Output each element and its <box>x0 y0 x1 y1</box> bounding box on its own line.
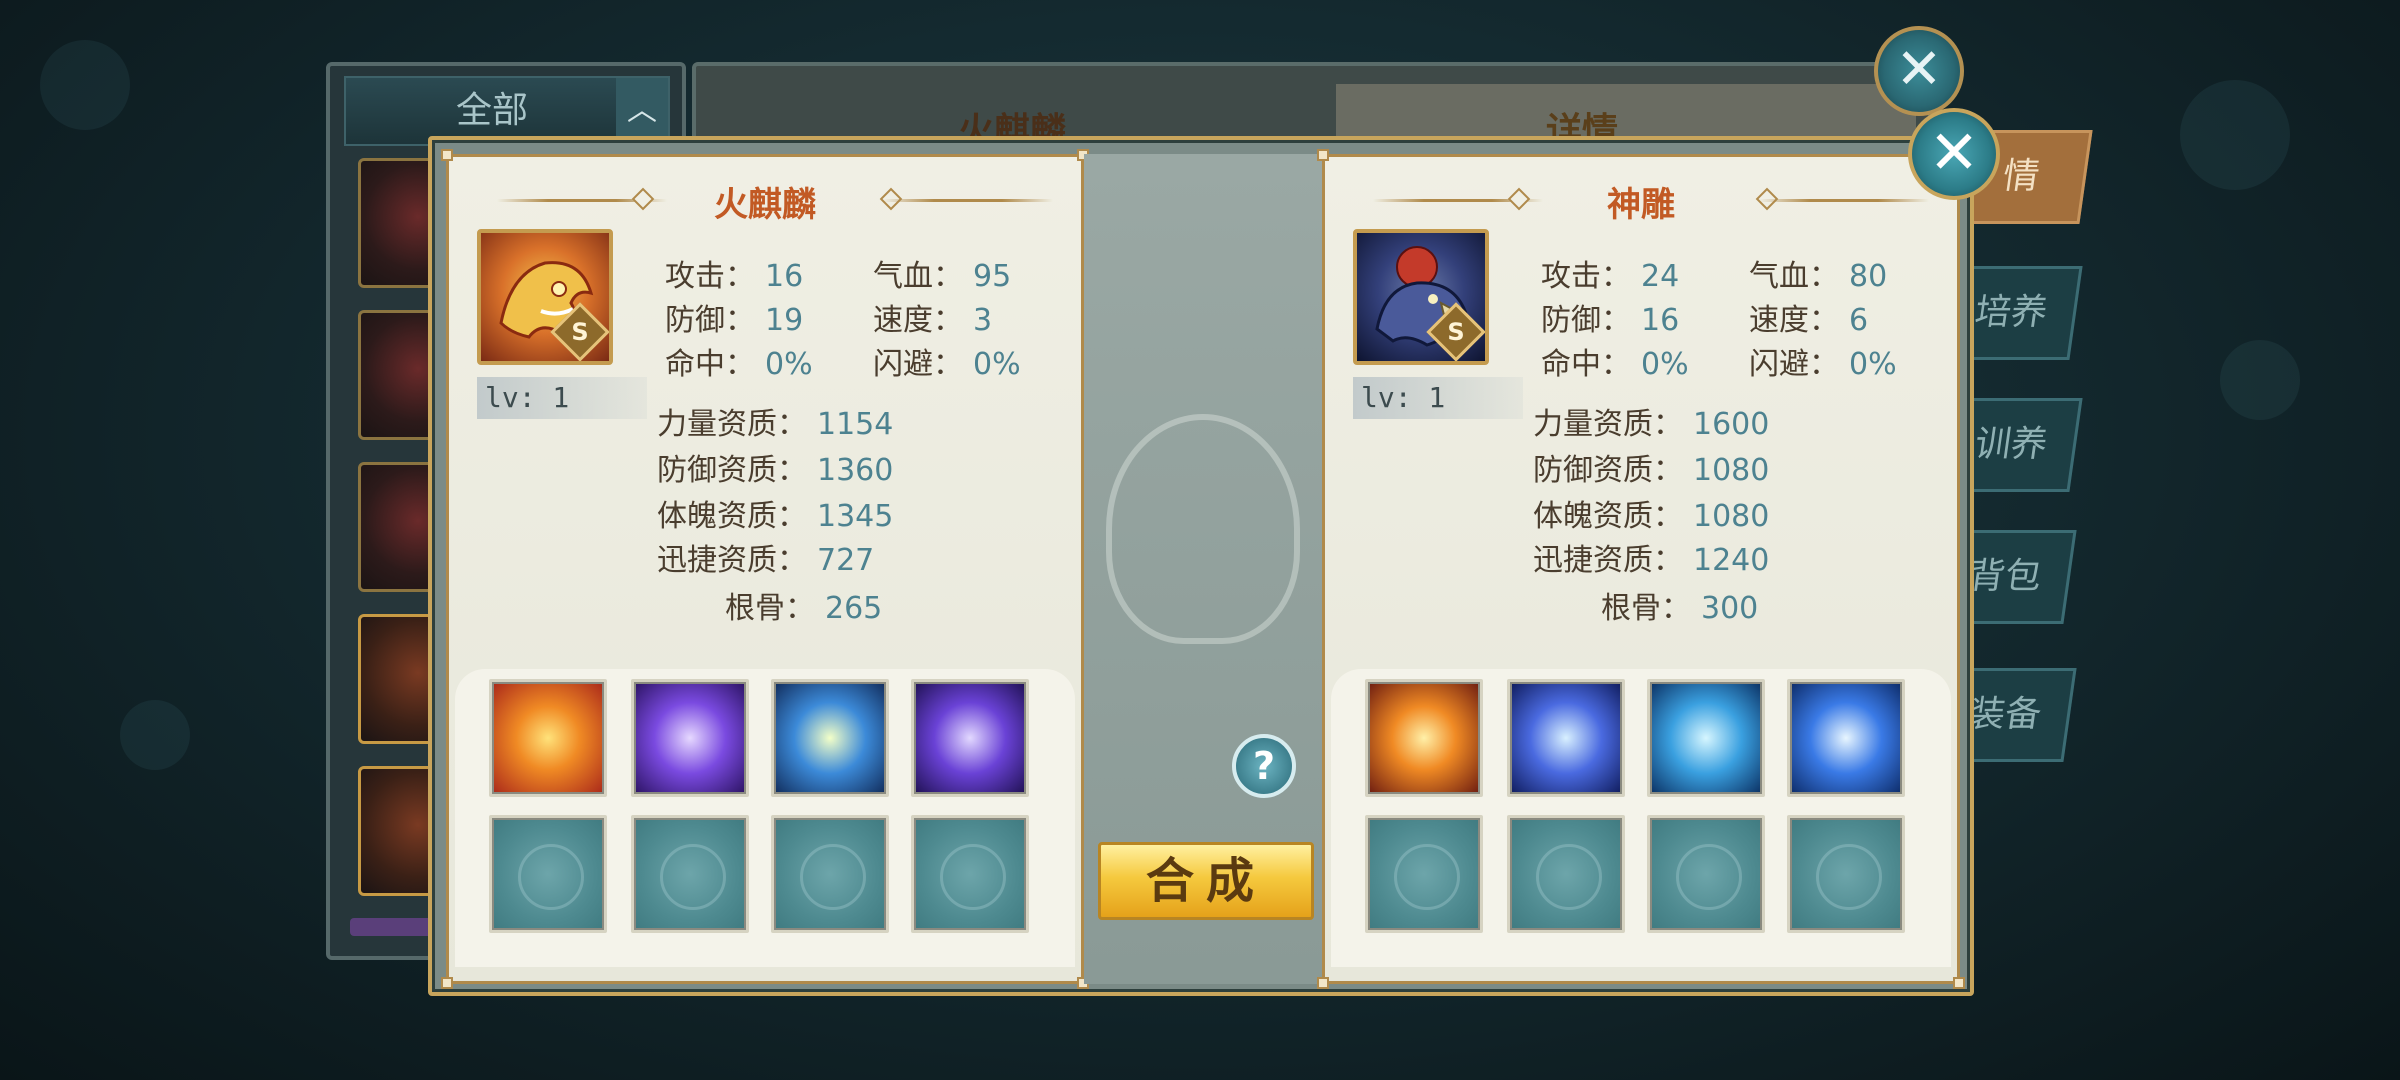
fire-qilin-portrait[interactable]: S <box>477 229 613 365</box>
stat-hp: 气血： 95 <box>873 259 1012 294</box>
right-pet-panel: 神雕 S lv: 1 攻击： 24 气血： 80 防御： 16 速度： 6 命中： 0% … <box>1317 149 1965 989</box>
stat-speed: 速度： 6 <box>1749 303 1869 338</box>
stat-attack: 攻击： 24 <box>1541 259 1680 294</box>
ice-lightning-icon[interactable] <box>1787 679 1905 797</box>
stat-defense: 防御： 19 <box>665 303 804 338</box>
water-heart-icon[interactable] <box>1647 679 1765 797</box>
left-pet-panel: 火麒麟 S lv: 1 攻击： 16 气血： 95 防御： 19 速度： 3 命中： 0%… <box>441 149 1089 989</box>
aptitude-root-bone: 根骨： 300 <box>1601 591 1759 626</box>
stat-hit: 命中： 0% <box>665 347 813 382</box>
arcane-slash-icon[interactable] <box>631 679 749 797</box>
stat-dodge: 闪避： 0% <box>873 347 1021 382</box>
dragon-emblem-icon <box>1106 414 1300 644</box>
empty-skill-slot[interactable] <box>771 815 889 933</box>
aptitude-agility: 迅捷资质： 727 <box>657 543 875 578</box>
empty-skill-slot[interactable] <box>1365 815 1483 933</box>
aptitude-defense: 防御资质： 1080 <box>1533 453 1770 488</box>
phoenix-fire-icon[interactable] <box>1365 679 1483 797</box>
aptitude-agility: 迅捷资质： 1240 <box>1533 543 1770 578</box>
empty-skill-slot[interactable] <box>1787 815 1905 933</box>
frame-corner <box>1953 977 1965 989</box>
right-pet-name: 神雕 <box>1607 185 1675 225</box>
pet-compose-dialog: 火麒麟 S lv: 1 攻击： 16 气血： 95 防御： 19 速度： 3 命中： 0%… <box>428 136 1974 996</box>
aptitude-root-bone: 根骨： 265 <box>725 591 883 626</box>
aptitude-defense: 防御资质： 1360 <box>657 453 894 488</box>
help-button[interactable]: ? <box>1232 734 1296 798</box>
chevron-up-icon[interactable]: ︿ <box>616 78 668 144</box>
vortex-icon[interactable] <box>911 679 1029 797</box>
flame-burst-icon[interactable] <box>489 679 607 797</box>
aptitude-strength: 力量资质： 1154 <box>657 407 894 442</box>
stat-dodge: 闪避： 0% <box>1749 347 1897 382</box>
claw-slash-icon[interactable] <box>1507 679 1625 797</box>
stat-defense: 防御： 16 <box>1541 303 1680 338</box>
empty-skill-slot[interactable] <box>631 815 749 933</box>
aptitude-strength: 力量资质： 1600 <box>1533 407 1770 442</box>
aptitude-physique: 体魄资质： 1080 <box>1533 499 1770 534</box>
left-level-bar: lv: 1 <box>477 377 647 419</box>
empty-skill-slot[interactable] <box>1647 815 1765 933</box>
right-skill-tray <box>1331 669 1951 967</box>
frame-corner <box>1317 149 1329 161</box>
stat-speed: 速度： 3 <box>873 303 993 338</box>
left-pet-name: 火麒麟 <box>714 185 816 225</box>
lightning-shield-icon[interactable] <box>771 679 889 797</box>
list-filter-label: 全部 <box>456 90 529 131</box>
stat-attack: 攻击： 16 <box>665 259 804 294</box>
right-level-bar: lv: 1 <box>1353 377 1523 419</box>
compose-button[interactable]: 合成 <box>1098 842 1314 920</box>
frame-corner <box>441 149 453 161</box>
empty-skill-slot[interactable] <box>911 815 1029 933</box>
close-icon[interactable]: ✕ <box>1908 108 2000 200</box>
left-skill-tray <box>455 669 1075 967</box>
frame-corner <box>441 977 453 989</box>
stat-hp: 气血： 80 <box>1749 259 1888 294</box>
divine-eagle-portrait[interactable]: S <box>1353 229 1489 365</box>
stat-hit: 命中： 0% <box>1541 347 1689 382</box>
background-close-icon[interactable]: ✕ <box>1874 26 1964 116</box>
empty-skill-slot[interactable] <box>1507 815 1625 933</box>
empty-skill-slot[interactable] <box>489 815 607 933</box>
aptitude-physique: 体魄资质： 1345 <box>657 499 894 534</box>
frame-corner <box>1317 977 1329 989</box>
